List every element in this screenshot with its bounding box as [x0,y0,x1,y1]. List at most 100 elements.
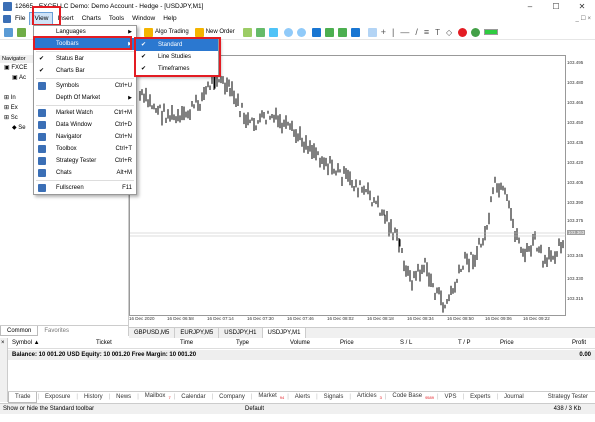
menu-shortcut: Ctrl+M [114,110,132,116]
view-menu-item[interactable]: ✔ Status Bar [34,53,136,65]
menu-charts[interactable]: Charts [78,13,105,25]
price-chart[interactable]: Dollar vs Japanese Yen [129,55,567,316]
menu-window[interactable]: Window [128,13,159,25]
tab-label: Alerts [294,394,311,400]
toolbox-tab[interactable]: News [110,392,137,402]
doc-icon [3,15,11,23]
toolbox-tab[interactable]: Signals [318,392,350,402]
menu-item-label: Status Bar [56,56,85,62]
menu-item-label: Charts Bar [56,68,85,74]
menu-tools[interactable]: Tools [105,13,128,25]
navigator-icon [38,133,46,141]
autoscroll-icon[interactable] [324,27,334,37]
channel-icon[interactable]: ≡ [424,27,429,37]
menu-item-label: Languages [56,29,86,35]
zoom-out-icon[interactable] [296,27,306,37]
menu-separator [36,105,134,106]
col-header[interactable]: S / L [400,340,412,346]
vertical-line-icon[interactable]: | [392,27,394,37]
bar-chart-icon[interactable] [242,27,252,37]
chart-shift-icon[interactable] [337,27,347,37]
view-menu-item[interactable]: Toolbox Ctrl+T [34,143,136,155]
toolbox-tab[interactable]: Experts [464,392,496,402]
tab-favorites[interactable]: Favorites [38,326,75,336]
current-price-tag: 103.363 [567,230,586,235]
chart-tab[interactable]: GBPUSD,M5 [129,328,176,338]
chart-tab-active[interactable]: USDJPY,M1 [262,328,307,338]
tab-badge: 3 [379,395,382,401]
col-header[interactable]: Price [500,340,514,346]
new-chart-icon[interactable] [4,27,13,37]
chart-tab[interactable]: EURJPY,M5 [175,328,220,338]
col-header[interactable]: Volume [290,340,310,346]
algo-trading-button[interactable]: Algo Trading [155,29,189,35]
toolbox-tab[interactable]: Code Base 9589 [386,391,437,403]
col-header[interactable]: Profit [572,340,586,346]
toolbox-tab[interactable]: Mailbox 7 [139,391,174,403]
toolbox-tab[interactable]: Company [213,392,251,402]
toolbox-tab[interactable]: Articles 3 [351,391,385,403]
view-menu-item[interactable]: Fullscreen F11 [34,182,136,194]
text-icon[interactable]: T [435,28,440,37]
toolbox-tab[interactable]: Exposure [39,392,76,402]
view-menu-item[interactable]: ✔ Charts Bar [34,65,136,77]
tab-badge: 9589 [425,395,434,401]
menu-help[interactable]: Help [159,13,180,25]
grid-icon[interactable] [311,27,321,37]
view-menu-item[interactable]: Data Window Ctrl+D [34,119,136,131]
col-header[interactable]: Symbol ▲ [12,340,40,346]
view-menu-item[interactable]: Market Watch Ctrl+M [34,107,136,119]
minimize-button[interactable]: – [517,0,543,13]
view-menu-item[interactable]: Strategy Tester Ctrl+R [34,155,136,167]
price-label: 103.435 [567,140,584,145]
col-header[interactable]: Time [180,340,193,346]
toolbox-tab[interactable]: Market 94 [252,391,287,403]
view-menu-item[interactable]: Depth Of Market ▶ [34,92,136,104]
price-label: 103.345 [567,253,584,258]
new-order-button[interactable]: New Order [206,29,235,35]
horizontal-line-icon[interactable]: — [400,27,409,37]
line-chart-icon[interactable] [268,27,278,37]
strategy-tester-tab[interactable]: Strategy Tester [545,392,591,402]
candles-icon[interactable] [255,27,265,37]
price-label: 103.375 [567,218,584,223]
trendline-icon[interactable]: / [415,27,418,37]
community-icon[interactable] [458,27,468,37]
maximize-button[interactable]: ☐ [543,0,569,13]
templates-icon[interactable] [350,27,360,37]
menu-item-label: Market Watch [56,110,93,116]
profiles-icon[interactable] [17,27,26,37]
shapes-icon[interactable]: ◇ [446,28,452,37]
fullscreen-icon [38,184,46,192]
menu-separator [36,51,134,52]
cursor-icon[interactable] [367,27,377,37]
toolbox-tab[interactable]: History [78,392,109,402]
close-button[interactable]: ✕ [569,0,595,13]
doc-window-controls[interactable]: _ ☐ × [575,13,591,25]
tab-common[interactable]: Common [0,326,39,336]
col-header[interactable]: Price [340,340,354,346]
market-watch-icon [38,109,46,117]
price-label: 103.315 [567,296,584,301]
tab-label: Exposure [45,394,71,400]
toolbox-tab[interactable]: Calendar [175,392,211,402]
toolbox-tab[interactable]: Journal [498,392,530,402]
signals-icon[interactable] [471,27,481,37]
balance-row[interactable]: Balance: 10 001.20 USD Equity: 10 001.20… [8,350,595,360]
view-menu-item[interactable]: Chats Alt+M [34,167,136,179]
view-menu-item[interactable]: Navigator Ctrl+N [34,131,136,143]
menu-file[interactable]: File [11,13,29,25]
crosshair-icon[interactable]: + [381,27,386,37]
col-header[interactable]: Type [236,340,249,346]
col-header[interactable]: Ticket [96,340,112,346]
toolbars-submenu-callout [134,37,221,77]
chart-tab[interactable]: USDJPY,H1 [219,328,263,338]
toolbox-tab[interactable]: Alerts [289,392,316,402]
menu-separator [36,180,134,181]
zoom-in-icon[interactable] [283,27,293,37]
toolbox-tab[interactable]: Trade [8,391,38,403]
view-menu-item[interactable]: Symbols Ctrl+U [34,80,136,92]
toolbox-tab[interactable]: VPS [439,392,463,402]
col-header[interactable]: T / P [458,340,471,346]
tab-label: Experts [470,394,491,400]
